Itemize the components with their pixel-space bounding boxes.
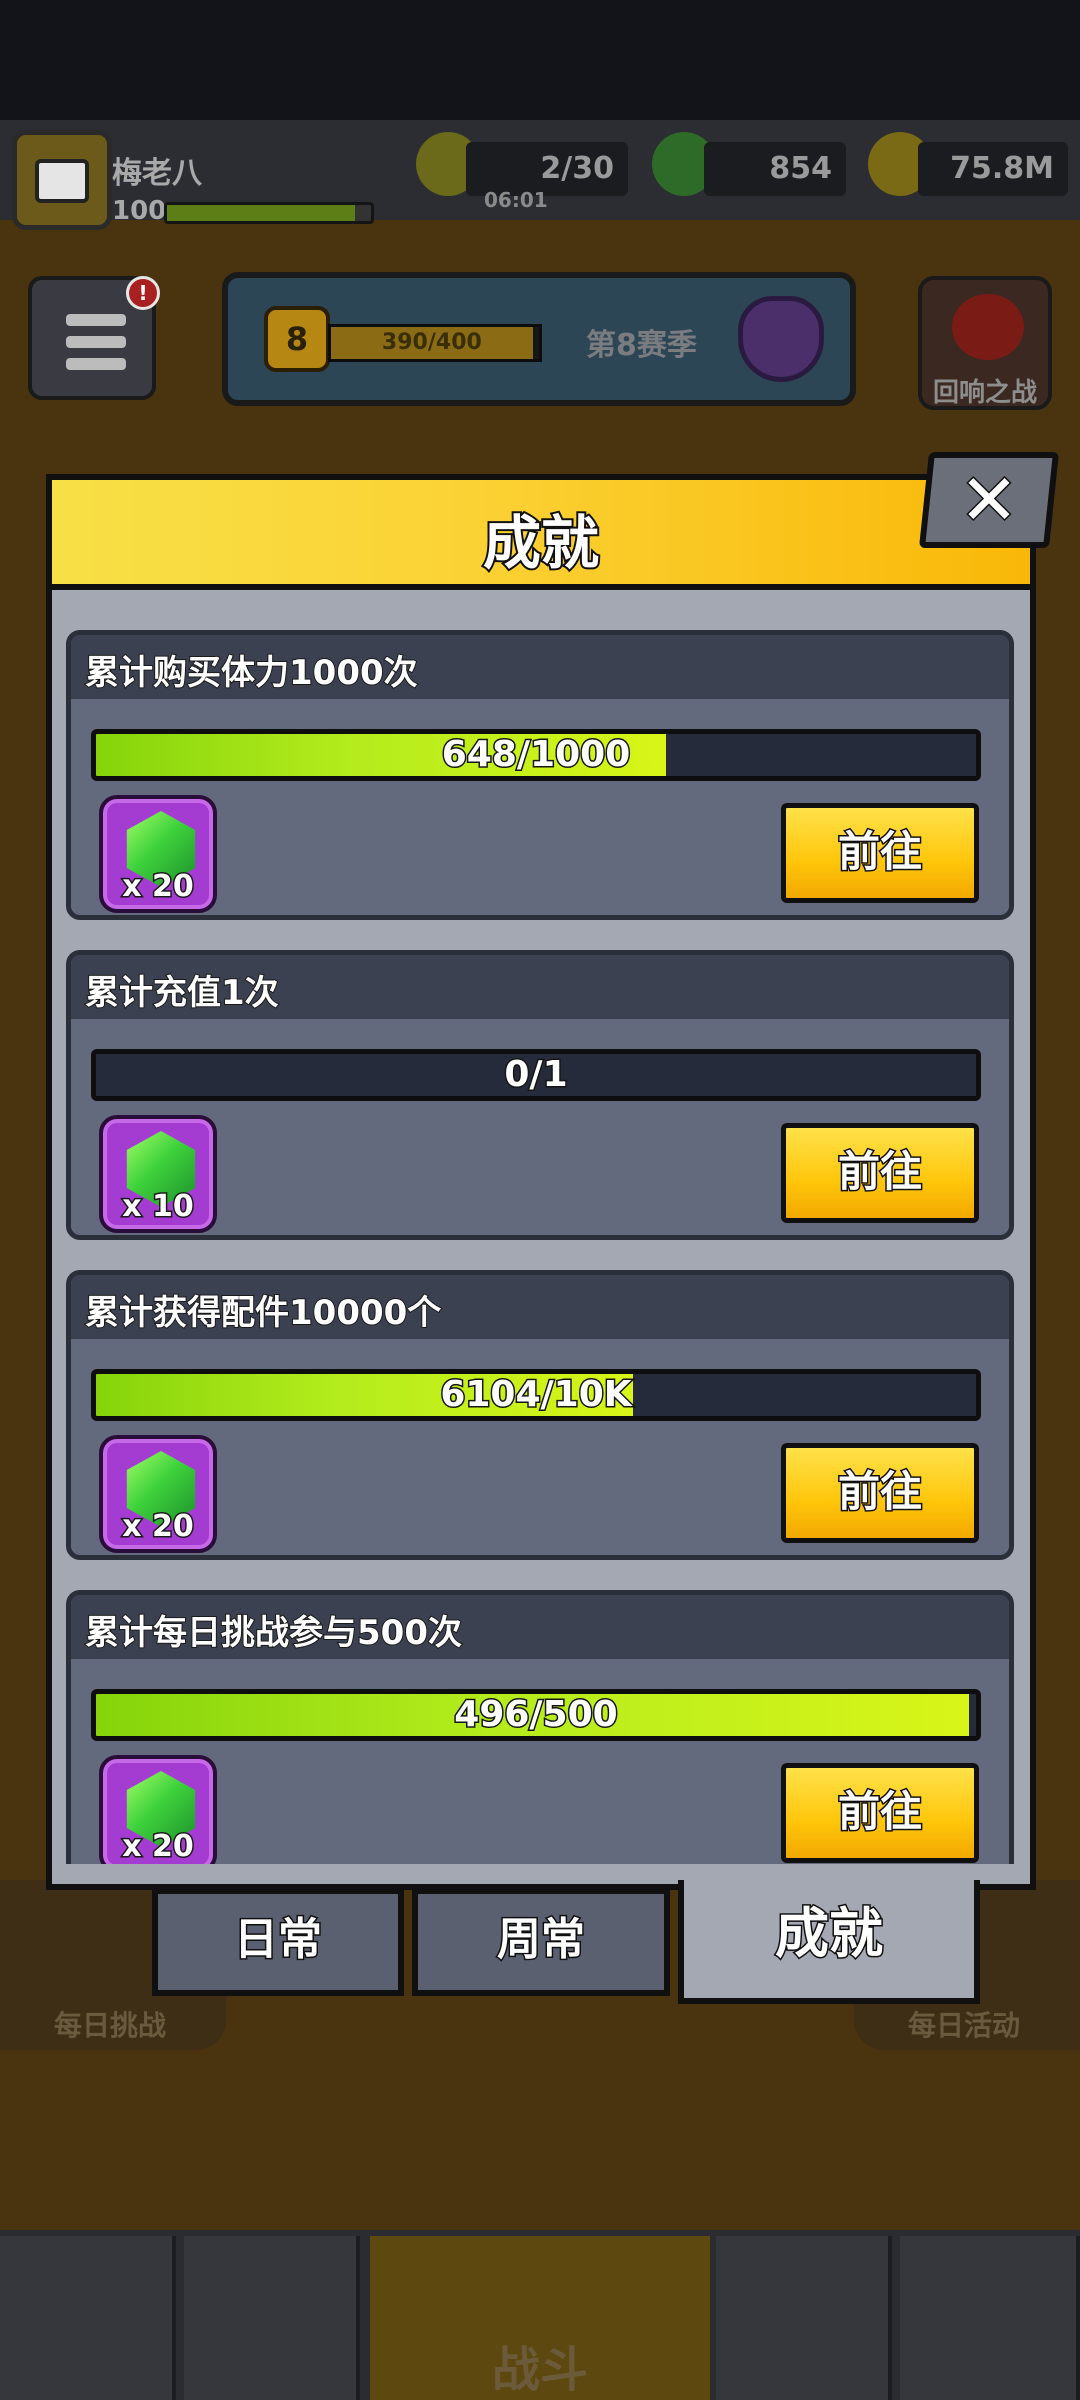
- echo-battle-label: 回响之战: [932, 378, 1037, 408]
- tab-daily[interactable]: 日常: [152, 1888, 404, 1996]
- coin-counter: 75.8M: [918, 142, 1068, 196]
- go-button[interactable]: 前往: [781, 803, 979, 903]
- progress-text: 496/500: [453, 1694, 619, 1736]
- reward-quantity: x 20: [121, 1828, 196, 1865]
- season-progress-text: 390/400: [331, 327, 533, 359]
- player-xp-bar: [164, 202, 374, 224]
- menu-line: [66, 314, 126, 326]
- reward-quantity: x 20: [121, 1508, 196, 1546]
- reward-item[interactable]: x 10: [99, 1115, 217, 1233]
- achievement-card: 累计购买体力1000次 648/1000 x 20 前往: [66, 630, 1014, 920]
- season-label: 第8赛季: [586, 328, 697, 363]
- modal-title: 成就: [481, 507, 601, 579]
- achievement-progress-bar: 0/1: [91, 1049, 981, 1101]
- close-icon: ✕: [958, 458, 1020, 543]
- status-bar: [0, 0, 1080, 120]
- achievement-title: 累计充值1次: [84, 972, 280, 1014]
- tab-weekly[interactable]: 周常: [412, 1888, 670, 1996]
- progress-text: 0/1: [503, 1054, 569, 1096]
- nav-equipment[interactable]: [184, 2236, 360, 2400]
- player-name: 梅老八: [112, 156, 202, 191]
- close-button[interactable]: ✕: [918, 452, 1060, 548]
- season-level-badge: 8: [264, 306, 330, 372]
- go-button[interactable]: 前往: [781, 1763, 979, 1863]
- go-button[interactable]: 前往: [781, 1123, 979, 1223]
- daily-events-label: 每日活动: [908, 2009, 1021, 2042]
- achievement-card: 累计充值1次 0/1 x 10 前往: [66, 950, 1014, 1240]
- achievement-progress-bar: 648/1000: [91, 729, 981, 781]
- menu-line: [66, 358, 126, 370]
- achievement-title: 累计购买体力1000次: [84, 652, 419, 694]
- reward-quantity: x 10: [121, 1188, 196, 1226]
- gem-counter: 854: [704, 142, 846, 196]
- reward-quantity: x 20: [121, 868, 196, 906]
- achievement-title: 累计每日挑战参与500次: [84, 1612, 463, 1654]
- achievement-progress-bar: 6104/10K: [91, 1369, 981, 1421]
- progress-text: 648/1000: [440, 734, 632, 776]
- energy-timer: 06:01: [484, 188, 548, 212]
- tab-achievements[interactable]: 成就: [678, 1880, 980, 2004]
- nav-battle-label: 战斗: [491, 2342, 588, 2398]
- player-avatar[interactable]: [12, 130, 112, 230]
- go-button[interactable]: 前往: [781, 1443, 979, 1543]
- nav-shop[interactable]: [0, 2236, 176, 2400]
- reward-item[interactable]: x 20: [99, 795, 217, 913]
- reward-item[interactable]: x 20: [99, 1435, 217, 1553]
- achievement-title: 累计获得配件10000个: [84, 1292, 442, 1334]
- daily-challenge-label: 每日挑战: [54, 2009, 167, 2042]
- menu-line: [66, 336, 126, 348]
- season-progress-bar: 390/400: [328, 324, 542, 362]
- reward-item[interactable]: x 20: [99, 1755, 217, 1864]
- season-panel[interactable]: 8 390/400 第8赛季: [222, 272, 856, 406]
- player-level: 100: [112, 196, 167, 226]
- menu-alert-badge: !: [126, 276, 160, 310]
- avatar-face-icon: [35, 159, 89, 203]
- game-screen: 梅老八 100 2/30 06:01 854 75.8M ! 8 390/400…: [0, 0, 1080, 2400]
- achievement-progress-bar: 496/500: [91, 1689, 981, 1741]
- achievement-list[interactable]: 累计购买体力1000次 648/1000 x 20 前往 累计充值1次 0/1 …: [56, 598, 1026, 1864]
- progress-text: 6104/10K: [439, 1374, 633, 1416]
- nav-talent[interactable]: [716, 2236, 892, 2400]
- achievement-card: 累计获得配件10000个 6104/10K x 20 前往: [66, 1270, 1014, 1560]
- achievement-card: 累计每日挑战参与500次 496/500 x 20 前往: [66, 1590, 1014, 1864]
- demon-icon: [952, 294, 1024, 360]
- season-shield-icon: [738, 296, 824, 382]
- nav-cards[interactable]: [900, 2236, 1080, 2400]
